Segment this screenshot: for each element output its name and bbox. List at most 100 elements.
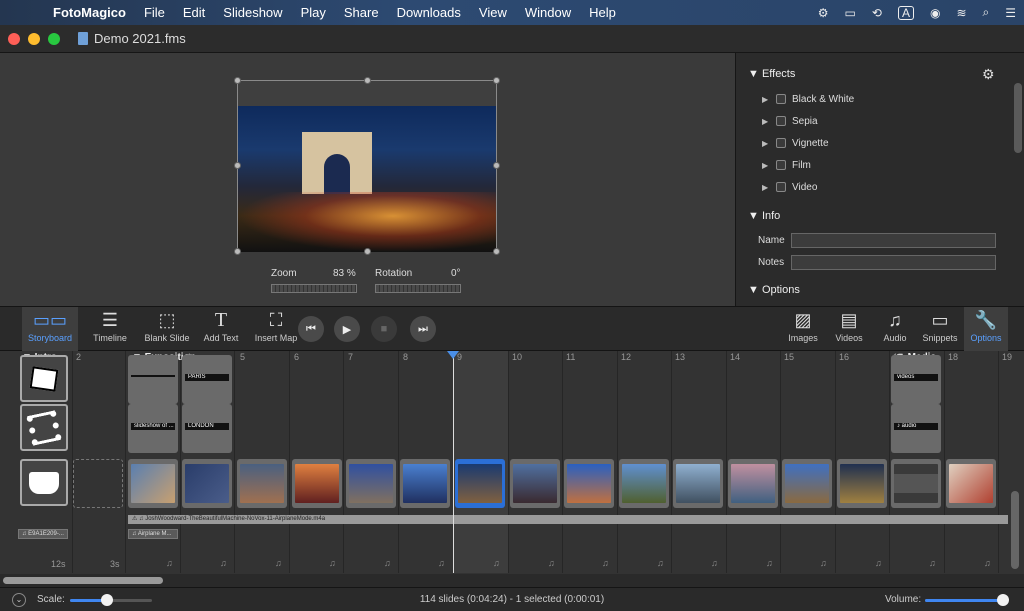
effect-black-white[interactable]: ▶ Black & White [762, 91, 854, 107]
disclosure-triangle-icon[interactable]: ▶ [762, 183, 776, 192]
gear-icon[interactable]: ⚙ [982, 67, 996, 81]
menu-edit[interactable]: Edit [174, 5, 214, 20]
slide-thumbnail[interactable] [346, 459, 396, 508]
scrollbar-thumb[interactable] [3, 577, 163, 584]
photo-stack-icon[interactable] [20, 355, 68, 402]
videos-button[interactable]: ▤ Videos [830, 307, 868, 351]
menu-window[interactable]: Window [516, 5, 580, 20]
menu-downloads[interactable]: Downloads [388, 5, 470, 20]
input-source-icon[interactable]: A [897, 5, 914, 20]
fast-forward-button[interactable]: ⏭ [410, 316, 436, 342]
disclosure-triangle-icon[interactable]: ▶ [762, 117, 776, 126]
wifi-icon[interactable]: ≋ [956, 6, 966, 20]
play-button[interactable]: ▶ [334, 316, 360, 342]
menu-share[interactable]: Share [335, 5, 388, 20]
slide-thumbnail[interactable] [728, 459, 778, 508]
slide-thumbnail[interactable] [564, 459, 614, 508]
playhead-marker[interactable] [447, 351, 459, 359]
checkbox[interactable] [776, 138, 786, 148]
storyboard-button[interactable]: ▭▭ Storyboard [22, 307, 78, 351]
resize-handle-tr[interactable] [493, 77, 500, 84]
magic-hat-icon[interactable] [20, 459, 68, 506]
menu-play[interactable]: Play [292, 5, 335, 20]
control-center-icon[interactable]: ☰ [1005, 6, 1016, 20]
options-header[interactable]: ▼ Options [748, 284, 800, 296]
disclosure-triangle-icon[interactable]: ▶ [762, 139, 776, 148]
snippets-button[interactable]: ▭ Snippets [918, 307, 962, 351]
rotation-slider[interactable] [375, 284, 461, 293]
resize-handle-tl[interactable] [234, 77, 241, 84]
menu-file[interactable]: File [135, 5, 174, 20]
slide-thumbnail[interactable] [400, 459, 450, 508]
timeline-horizontal-scrollbar[interactable] [0, 574, 1024, 587]
zoom-button[interactable] [48, 32, 60, 45]
slide-thumbnail[interactable] [619, 459, 669, 508]
add-text-button[interactable]: T Add Text [198, 307, 244, 351]
stop-button[interactable]: ■ [371, 316, 397, 342]
slide-frame[interactable] [237, 80, 497, 252]
options-button[interactable]: 🔧 Options [964, 307, 1008, 351]
title-slide-caption[interactable]: slideshow of ... [128, 404, 178, 453]
timeline-vertical-scrollbar[interactable] [1011, 491, 1019, 569]
info-header[interactable]: ▼ Info [748, 210, 780, 222]
images-button[interactable]: ▨ Images [784, 307, 822, 351]
audio-button[interactable]: ♫ Audio [876, 307, 914, 351]
checkbox[interactable] [776, 182, 786, 192]
resize-handle-br[interactable] [493, 248, 500, 255]
effect-film[interactable]: ▶ Film [762, 157, 811, 173]
film-strip-icon[interactable] [20, 404, 68, 451]
notes-field[interactable] [791, 255, 996, 270]
slide-thumbnail[interactable] [946, 459, 996, 508]
slide-thumbnail[interactable] [128, 459, 178, 508]
preview-image-arc-de-triomphe[interactable] [238, 106, 496, 252]
close-button[interactable] [8, 32, 20, 45]
disclosure-triangle-icon[interactable]: ▶ [762, 161, 776, 170]
title-slide-london[interactable]: LONDON [182, 404, 232, 453]
checkbox[interactable] [776, 160, 786, 170]
resize-handle-ml[interactable] [234, 162, 241, 169]
slide-thumbnail[interactable] [237, 459, 287, 508]
minimize-button[interactable] [28, 32, 40, 45]
name-field[interactable] [791, 233, 996, 248]
storyboard-area[interactable]: 2 4 5 6 7 8 9 10 11 12 13 14 15 16 17 18… [0, 351, 1024, 574]
title-slide-videos[interactable]: videos [891, 355, 941, 404]
effect-video[interactable]: ▶ Video [762, 179, 817, 195]
slide-thumbnail[interactable] [510, 459, 560, 508]
zoom-slider[interactable] [271, 284, 357, 293]
slide-thumbnail-selected[interactable] [455, 459, 505, 508]
rewind-button[interactable]: ⏮ [298, 316, 324, 342]
effect-sepia[interactable]: ▶ Sepia [762, 113, 818, 129]
title-slide-audio[interactable]: ♪ audio [891, 404, 941, 453]
inspector-scrollbar[interactable] [1014, 83, 1022, 153]
menu-slideshow[interactable]: Slideshow [214, 5, 291, 20]
title-slide[interactable] [128, 355, 178, 404]
time-machine-icon[interactable]: ⟲ [872, 6, 882, 20]
resize-handle-bm[interactable] [364, 248, 371, 255]
disclosure-triangle-icon[interactable]: ▶ [762, 95, 776, 104]
slide-thumbnail[interactable] [782, 459, 832, 508]
checkbox[interactable] [776, 116, 786, 126]
effects-header[interactable]: ▼ Effects [748, 68, 795, 80]
display-icon[interactable]: ▭ [845, 6, 856, 20]
resize-handle-bl[interactable] [234, 248, 241, 255]
empty-slide-placeholder[interactable] [73, 459, 123, 508]
effect-vignette[interactable]: ▶ Vignette [762, 135, 829, 151]
spotlight-search-icon[interactable]: ⌕ [983, 5, 990, 20]
insert-map-button[interactable]: ⛶ Insert Map [250, 307, 302, 351]
menu-view[interactable]: View [470, 5, 516, 20]
title-slide-paris[interactable]: PARIS [182, 355, 232, 404]
volume-slider-knob[interactable] [997, 594, 1009, 606]
slide-thumbnail[interactable] [182, 459, 232, 508]
resize-handle-tm[interactable] [364, 77, 371, 84]
user-icon[interactable]: ◉ [930, 6, 940, 20]
extension-icon[interactable]: ⚙ [818, 6, 829, 20]
audio-chip-airplane[interactable]: ♫ Airplane M... [128, 529, 178, 539]
preview-stage[interactable]: Zoom 83 % Rotation 0° [0, 53, 735, 306]
slide-thumbnail[interactable] [837, 459, 887, 508]
blank-slide-button[interactable]: ⬚ Blank Slide [140, 307, 194, 351]
timeline-button[interactable]: ☰ Timeline [84, 307, 136, 351]
checkbox[interactable] [776, 94, 786, 104]
playhead-line[interactable] [453, 351, 454, 573]
resize-handle-mr[interactable] [493, 162, 500, 169]
menu-help[interactable]: Help [580, 5, 625, 20]
